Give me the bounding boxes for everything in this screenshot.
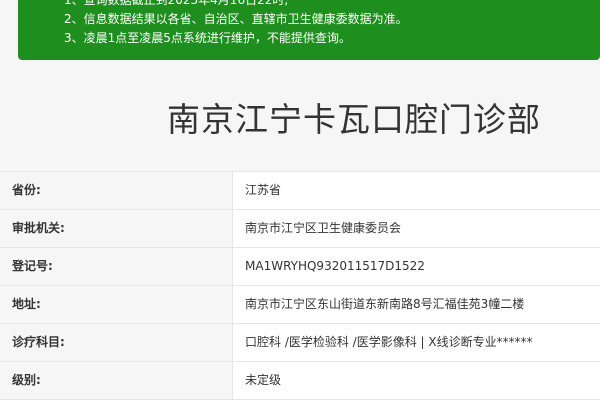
table-row-approval-authority: 审批机关: 南京市江宁区卫生健康委员会 — [0, 210, 600, 248]
notice-line: 2、信息数据结果以各省、自治区、直辖市卫生健康委数据为准。 — [64, 12, 408, 26]
row-value: 未定级 — [232, 362, 600, 399]
details-table: 省份: 江苏省 审批机关: 南京市江宁区卫生健康委员会 登记号: MA1WRYH… — [0, 171, 600, 400]
notice-banner: 1、查询数据截止到2023年4月16日22时; 2、信息数据结果以各省、自治区、… — [18, 0, 600, 60]
row-label: 审批机关: — [0, 210, 232, 247]
row-label: 级别: — [0, 362, 232, 399]
row-value: 口腔科 /医学检验科 /医学影像科 | X线诊断专业****** — [232, 324, 600, 361]
row-label: 地址: — [0, 286, 232, 323]
row-label: 诊疗科目: — [0, 324, 232, 361]
table-row-address: 地址: 南京市江宁区东山街道东新南路8号汇福佳苑3幢二楼 — [0, 286, 600, 324]
row-value: 南京市江宁区卫生健康委员会 — [232, 210, 600, 247]
notice-line: 3、凌晨1点至凌晨5点系统进行维护，不能提供查询。 — [64, 31, 351, 45]
table-row-province: 省份: 江苏省 — [0, 172, 600, 210]
row-value: MA1WRYHQ932011517D1522 — [232, 248, 600, 285]
table-row-level: 级别: 未定级 — [0, 362, 600, 400]
table-row-departments: 诊疗科目: 口腔科 /医学检验科 /医学影像科 | X线诊断专业****** — [0, 324, 600, 362]
table-row-registration-number: 登记号: MA1WRYHQ932011517D1522 — [0, 248, 600, 286]
row-value: 南京市江宁区东山街道东新南路8号汇福佳苑3幢二楼 — [232, 286, 600, 323]
page-title: 南京江宁卡瓦口腔门诊部 — [167, 100, 541, 139]
notice-line: 1、查询数据截止到2023年4月16日22时; — [64, 0, 289, 7]
row-label: 省份: — [0, 172, 232, 209]
row-value: 江苏省 — [232, 172, 600, 209]
row-label: 登记号: — [0, 248, 232, 285]
